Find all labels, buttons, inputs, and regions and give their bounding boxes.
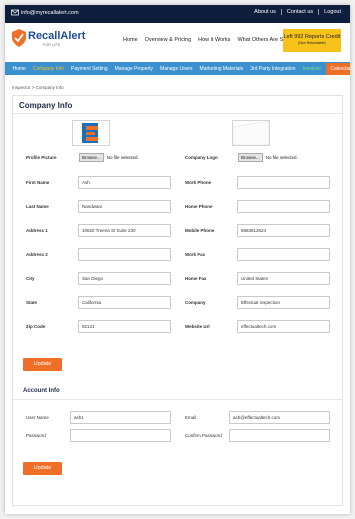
work-phone-label: Work Phone — [185, 180, 212, 185]
city-input[interactable]: San Diego — [78, 272, 171, 285]
subnav-manage-property[interactable]: Manage Property — [111, 66, 156, 72]
subnav-company-info[interactable]: Company Info — [29, 66, 67, 72]
address2-input[interactable] — [78, 248, 171, 261]
password-label: Password — [26, 433, 46, 438]
about-us-link[interactable]: About us — [249, 9, 281, 15]
last-name-label: Last Name — [26, 204, 49, 209]
work-fax-label: Work Fax — [185, 252, 206, 257]
company-info-title: Company Info — [19, 101, 73, 110]
no-file-text: No file selected. — [265, 155, 298, 160]
mail-icon — [11, 9, 19, 16]
credit-badge[interactable]: Left 992 Reports Credit (Non Refundable) — [283, 29, 341, 52]
user-name-label: User Name — [26, 415, 49, 420]
main-nav: Home Overview & Pricing How it Works Wha… — [123, 37, 296, 43]
user-name-input[interactable]: ash1 — [70, 411, 171, 424]
email-input[interactable]: ash@effectualtech.com — [229, 411, 330, 424]
no-file-text: No file selected. — [106, 155, 139, 160]
work-phone-input[interactable] — [237, 176, 330, 189]
page-frame: info@myrecallalert.com About us Contact … — [5, 5, 350, 514]
company-logo-upload[interactable]: Browse... No file selected. — [238, 153, 298, 162]
company-update-button[interactable]: Update — [23, 358, 62, 371]
company-logo-label: Company Logo — [185, 155, 218, 160]
home-phone-label: Home Phone — [185, 204, 213, 209]
home-fax-input[interactable]: United States — [237, 272, 330, 285]
address2-label: Address 2 — [26, 252, 48, 257]
divider — [13, 113, 342, 114]
subnav-manage-users[interactable]: Manage Users — [157, 66, 197, 72]
confirm-password-label: Confirm Password — [185, 433, 222, 438]
shield-check-icon — [12, 29, 26, 47]
company-info-panel: Company Info Profile Picture Browse... N… — [12, 95, 343, 506]
logo[interactable]: RecallAlert FOR LIFE — [12, 28, 86, 56]
logout-link[interactable]: Logout — [318, 9, 346, 15]
first-name-label: First Name — [26, 180, 50, 185]
browse-button[interactable]: Browse... — [238, 153, 263, 162]
contact-us-link[interactable]: Contact us — [280, 9, 318, 15]
zip-code-input[interactable]: 92131 — [78, 320, 171, 333]
subnav-3rd-party-integration[interactable]: 3rd Party Integration — [247, 66, 299, 72]
subnav-marketing-materials[interactable]: Marketing Materials — [196, 66, 247, 72]
browse-button[interactable]: Browse... — [79, 153, 104, 162]
subnav-home[interactable]: Home — [9, 66, 29, 72]
zip-code-label: Zip Code — [26, 324, 46, 329]
state-label: State — [26, 300, 38, 305]
email-text: info@myrecallalert.com — [21, 9, 79, 16]
email-label: Email — [185, 415, 197, 420]
home-fax-label: Home Fax — [185, 276, 207, 281]
address1-label: Address 1 — [26, 228, 48, 233]
empty-image-icon — [232, 120, 270, 146]
company-logo-image — [73, 121, 109, 145]
logo-subtext: FOR LIFE — [43, 43, 61, 47]
city-label: City — [26, 276, 35, 281]
email-contact[interactable]: info@myrecallalert.com — [11, 9, 79, 16]
work-fax-input[interactable] — [237, 248, 330, 261]
confirm-password-input[interactable] — [229, 429, 330, 442]
state-input[interactable]: California — [78, 296, 171, 309]
breadcrumb: Inspector > Company Info — [12, 85, 64, 90]
profile-picture-upload[interactable]: Browse... No file selected. — [79, 153, 139, 162]
first-name-input[interactable]: Ash — [78, 176, 171, 189]
subnav-calendar[interactable]: Calendar — [326, 62, 350, 75]
account-update-button[interactable]: Update — [23, 462, 62, 475]
divider — [13, 399, 342, 400]
company-label: Company — [185, 300, 206, 305]
company-logo-preview — [232, 120, 270, 146]
profile-picture-preview — [72, 120, 110, 146]
password-input[interactable] — [70, 429, 171, 442]
last-name-input[interactable]: Nandwani — [78, 200, 171, 213]
nav-home[interactable]: Home — [123, 37, 138, 43]
top-bar: info@myrecallalert.com About us Contact … — [5, 5, 350, 23]
site-header: RecallAlert FOR LIFE Home Overview & Pri… — [5, 23, 350, 62]
nav-how-it-works[interactable]: How it Works — [198, 37, 230, 43]
account-info-title: Account Info — [23, 388, 60, 394]
website-url-input[interactable]: effectualtech.com — [237, 320, 330, 333]
profile-picture-label: Profile Picture — [26, 155, 57, 160]
mobile-phone-input[interactable]: 8583612624 — [237, 224, 330, 237]
logo-text: RecallAlert — [28, 30, 86, 42]
subnav-payment-setting[interactable]: Payment Setting — [67, 66, 111, 72]
credit-count: Left 992 Reports Credit — [283, 34, 341, 40]
credit-note: (Non Refundable) — [298, 41, 326, 45]
nav-overview-pricing[interactable]: Overview & Pricing — [145, 37, 191, 43]
website-url-label: Website Url — [185, 324, 210, 329]
company-input[interactable]: Effectual inspection — [237, 296, 330, 309]
mobile-phone-label: Mobile Phone — [185, 228, 215, 233]
sub-nav: Home Company Info Payment Setting Manage… — [5, 62, 350, 75]
home-phone-input[interactable] — [237, 200, 330, 213]
subnav-invoices[interactable]: Invoices — [299, 66, 324, 72]
address1-input[interactable]: 10620 Treena St Suite 230 — [78, 224, 171, 237]
